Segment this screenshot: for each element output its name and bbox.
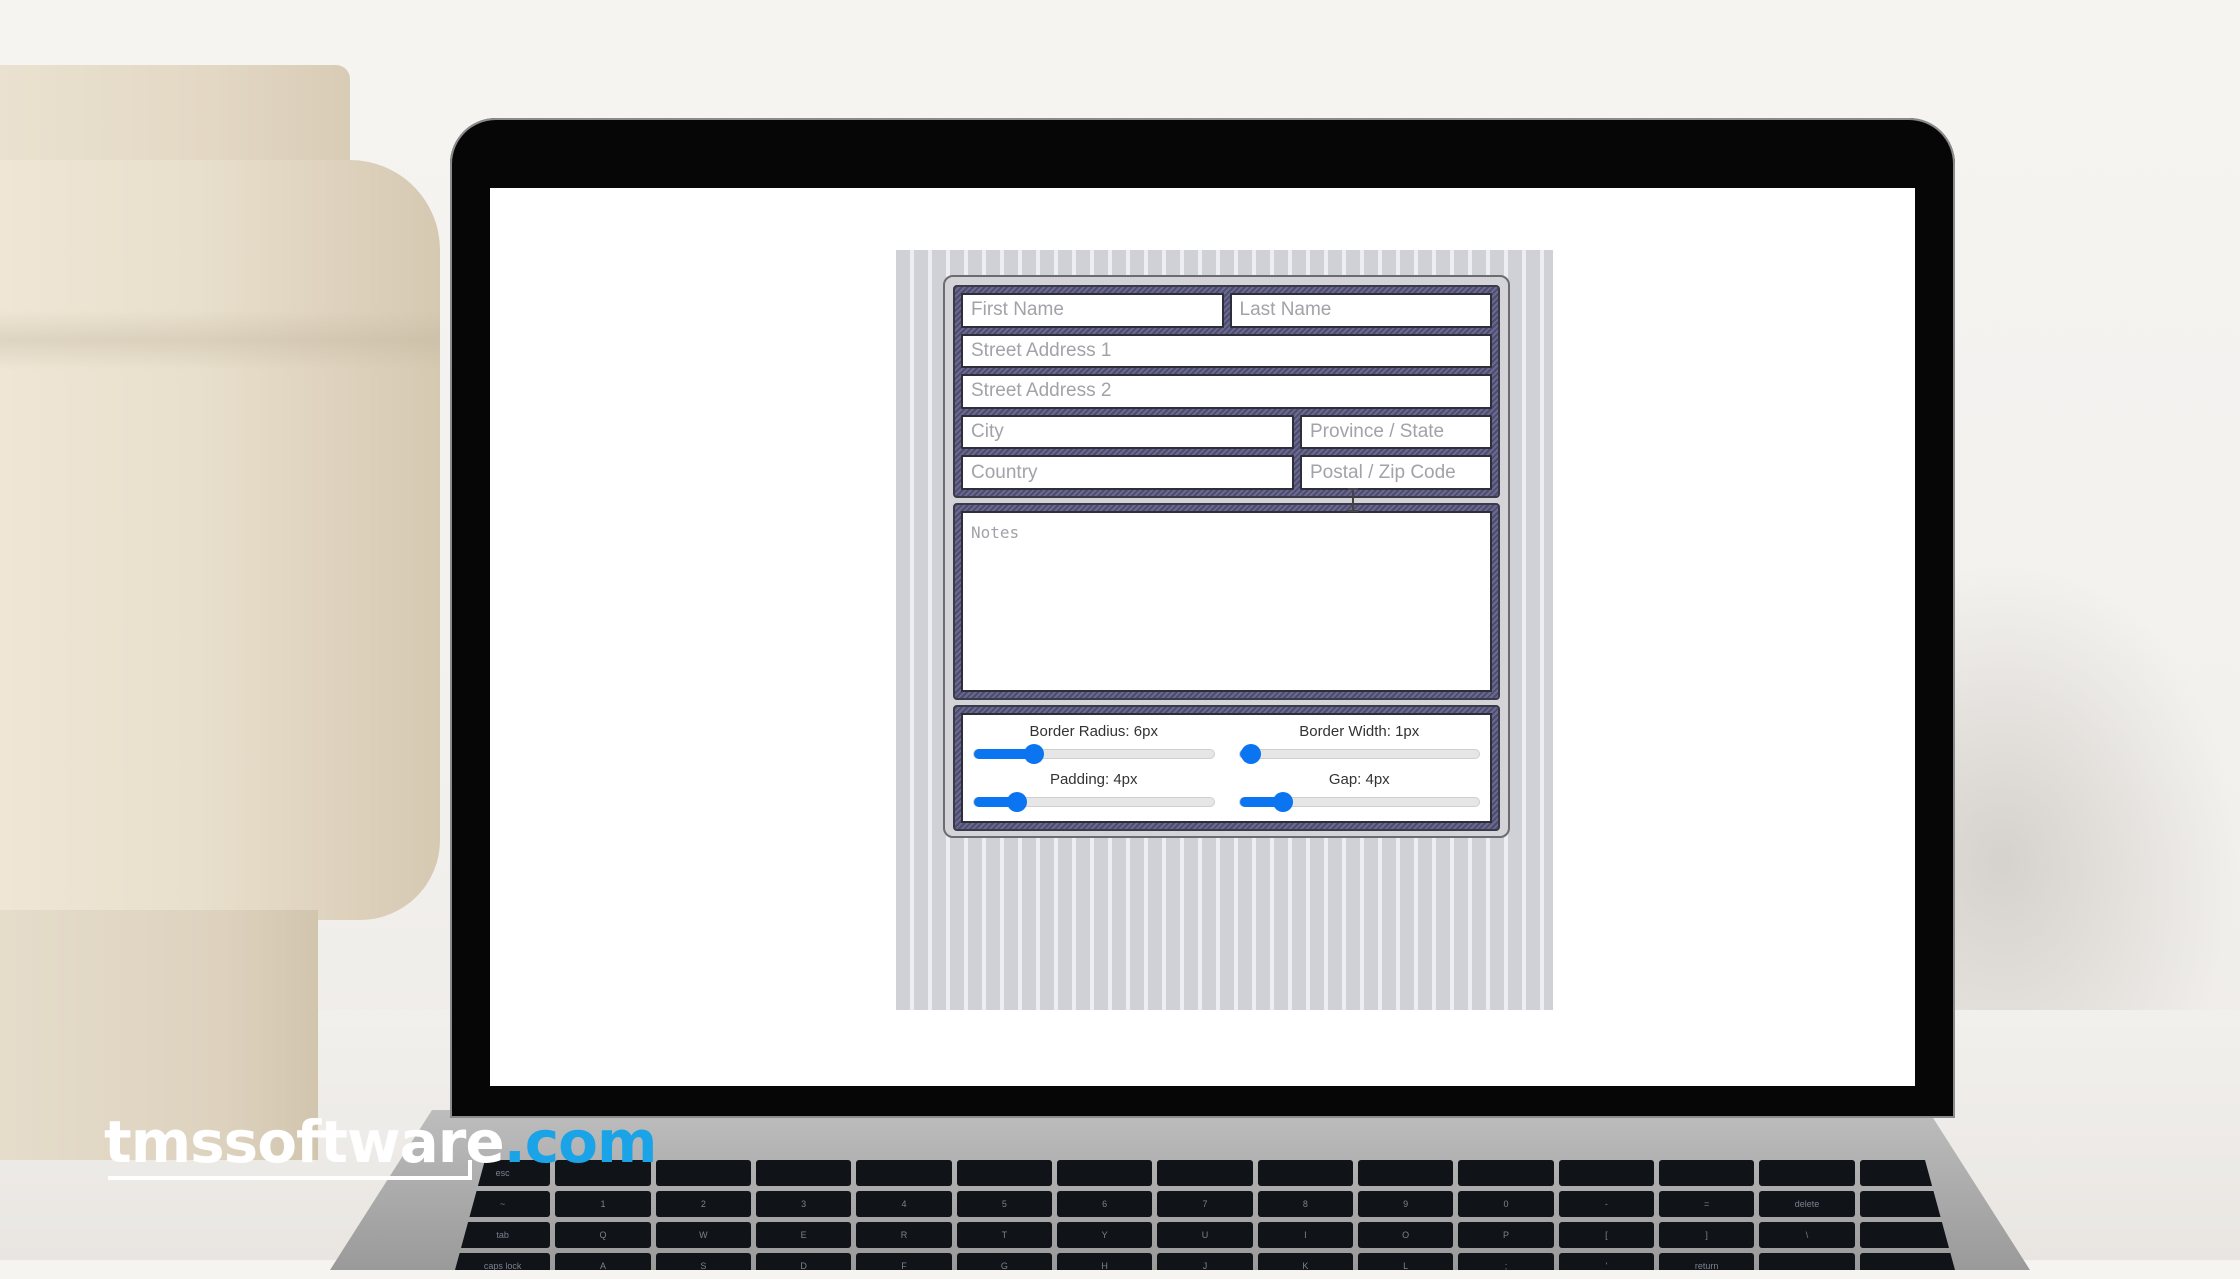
keyboard-key: S bbox=[655, 1253, 751, 1270]
laptop-keyboard: esc ~1 2 3 4 5 6 7 8 9 0- = delete tab Q W E R T Y U I O P[] \ ca… bbox=[455, 1160, 1955, 1270]
keyboard-key: 9 bbox=[1358, 1191, 1454, 1217]
slider-thumb[interactable] bbox=[1272, 792, 1293, 812]
keyboard-key: 6 bbox=[1057, 1191, 1153, 1217]
keyboard-key: J bbox=[1157, 1253, 1253, 1270]
keyboard-key: Y bbox=[1057, 1222, 1153, 1248]
keyboard-key: = bbox=[1659, 1191, 1755, 1217]
keyboard-key: E bbox=[756, 1222, 852, 1248]
keyboard-key: [ bbox=[1558, 1222, 1654, 1248]
vase-body bbox=[0, 160, 440, 920]
logo-underline bbox=[108, 1176, 472, 1180]
keyboard-key: K bbox=[1257, 1253, 1353, 1270]
keyboard-key: H bbox=[1057, 1253, 1153, 1270]
slider-thumb[interactable] bbox=[1007, 792, 1028, 812]
border-radius-slider[interactable] bbox=[973, 744, 1215, 764]
keyboard-key bbox=[1558, 1160, 1654, 1186]
last-name-input[interactable]: Last Name bbox=[1229, 293, 1492, 328]
keyboard-key: T bbox=[956, 1222, 1052, 1248]
keyboard-key: 1 bbox=[555, 1191, 651, 1217]
padding-slider-cell: Padding: 4px bbox=[973, 769, 1215, 817]
keyboard-key: U bbox=[1157, 1222, 1253, 1248]
province-state-input[interactable]: Province / State bbox=[1300, 414, 1492, 450]
style-sliders-group: Border Radius: 6px Border Width: 1px Pad… bbox=[953, 705, 1500, 831]
keyboard-key bbox=[1358, 1160, 1454, 1186]
border-radius-label: Border Radius: 6px bbox=[1029, 723, 1158, 740]
padding-label: Padding: 4px bbox=[1049, 771, 1138, 788]
city-input[interactable]: City bbox=[961, 414, 1294, 450]
keyboard-key: 3 bbox=[756, 1191, 852, 1217]
padding-slider[interactable] bbox=[973, 792, 1215, 812]
text-cursor-icon bbox=[1348, 488, 1358, 512]
keyboard-key: O bbox=[1358, 1222, 1454, 1248]
border-width-label: Border Width: 1px bbox=[1299, 723, 1420, 740]
slider-thumb[interactable] bbox=[1241, 744, 1262, 764]
keyboard-key: L bbox=[1358, 1253, 1454, 1270]
keyboard-key: 8 bbox=[1257, 1191, 1353, 1217]
keyboard-key: P bbox=[1458, 1222, 1554, 1248]
street-address-1-input[interactable]: Street Address 1 bbox=[961, 333, 1492, 369]
gap-slider-cell: Gap: 4px bbox=[1238, 769, 1480, 817]
keyboard-key: caps lock bbox=[455, 1253, 551, 1270]
vase-band bbox=[0, 310, 440, 370]
keyboard-key: G bbox=[956, 1253, 1052, 1270]
gap-slider[interactable] bbox=[1238, 792, 1480, 812]
first-name-input[interactable]: First Name bbox=[961, 293, 1224, 328]
logo-underline-tick bbox=[468, 1160, 472, 1180]
logo-main-text: tmssoftware bbox=[104, 1108, 505, 1176]
keyboard-key: return bbox=[1659, 1253, 1755, 1270]
keyboard-key bbox=[856, 1160, 952, 1186]
gap-label: Gap: 4px bbox=[1328, 771, 1390, 788]
country-input[interactable]: Country bbox=[961, 455, 1294, 490]
keyboard-key bbox=[1759, 1160, 1855, 1186]
logo-tld-text: .com bbox=[503, 1108, 658, 1176]
vase-neck bbox=[0, 65, 350, 165]
keyboard-key bbox=[756, 1160, 852, 1186]
border-width-slider[interactable] bbox=[1238, 744, 1480, 764]
keyboard-key: - bbox=[1558, 1191, 1654, 1217]
keyboard-key: D bbox=[756, 1253, 852, 1270]
laptop-screen: First Name Last Name Street Address 1 St… bbox=[490, 188, 1915, 1086]
keyboard-key bbox=[1057, 1160, 1153, 1186]
keyboard-key: 0 bbox=[1458, 1191, 1554, 1217]
keyboard-key bbox=[1859, 1253, 1955, 1270]
country-postal-row: Country Postal / Zip Code bbox=[961, 455, 1492, 490]
keyboard-key: F bbox=[856, 1253, 952, 1270]
vase-decoration bbox=[0, 60, 450, 1160]
keyboard-key: tab bbox=[455, 1222, 551, 1248]
keyboard-key: Q bbox=[555, 1222, 651, 1248]
keyboard-key: ' bbox=[1558, 1253, 1654, 1270]
keyboard-key: \ bbox=[1759, 1222, 1855, 1248]
keyboard-key: 4 bbox=[856, 1191, 952, 1217]
notes-group: Notes bbox=[953, 503, 1500, 700]
notes-textarea[interactable]: Notes bbox=[961, 511, 1492, 692]
keyboard-key bbox=[1759, 1253, 1855, 1270]
keyboard-key bbox=[1257, 1160, 1353, 1186]
keyboard-key: delete bbox=[1759, 1191, 1855, 1217]
slider-thumb[interactable] bbox=[1023, 744, 1044, 764]
keyboard-key: 2 bbox=[655, 1191, 751, 1217]
border-width-slider-cell: Border Width: 1px bbox=[1238, 721, 1480, 769]
form-frame: First Name Last Name Street Address 1 St… bbox=[943, 275, 1510, 838]
city-province-row: City Province / State bbox=[961, 414, 1492, 450]
tmssoftware-logo: tmssoftware.com bbox=[104, 1108, 658, 1176]
keyboard-key bbox=[1458, 1160, 1554, 1186]
keyboard-key: 7 bbox=[1157, 1191, 1253, 1217]
keyboard-key bbox=[1157, 1160, 1253, 1186]
keyboard-key: A bbox=[555, 1253, 651, 1270]
keyboard-key: W bbox=[655, 1222, 751, 1248]
street-address-2-input[interactable]: Street Address 2 bbox=[961, 374, 1492, 409]
keyboard-key: I bbox=[1257, 1222, 1353, 1248]
keyboard-key bbox=[1859, 1222, 1955, 1248]
keyboard-key bbox=[655, 1160, 751, 1186]
keyboard-key: R bbox=[856, 1222, 952, 1248]
keyboard-key bbox=[956, 1160, 1052, 1186]
border-radius-slider-cell: Border Radius: 6px bbox=[973, 721, 1215, 769]
sliders-panel: Border Radius: 6px Border Width: 1px Pad… bbox=[961, 713, 1492, 823]
keyboard-key bbox=[1659, 1160, 1755, 1186]
keyboard-key: ] bbox=[1659, 1222, 1755, 1248]
keyboard-key: ; bbox=[1458, 1253, 1554, 1270]
keyboard-key: 5 bbox=[956, 1191, 1052, 1217]
address-fields-group: First Name Last Name Street Address 1 St… bbox=[953, 285, 1500, 498]
postal-zip-input[interactable]: Postal / Zip Code bbox=[1300, 455, 1492, 490]
